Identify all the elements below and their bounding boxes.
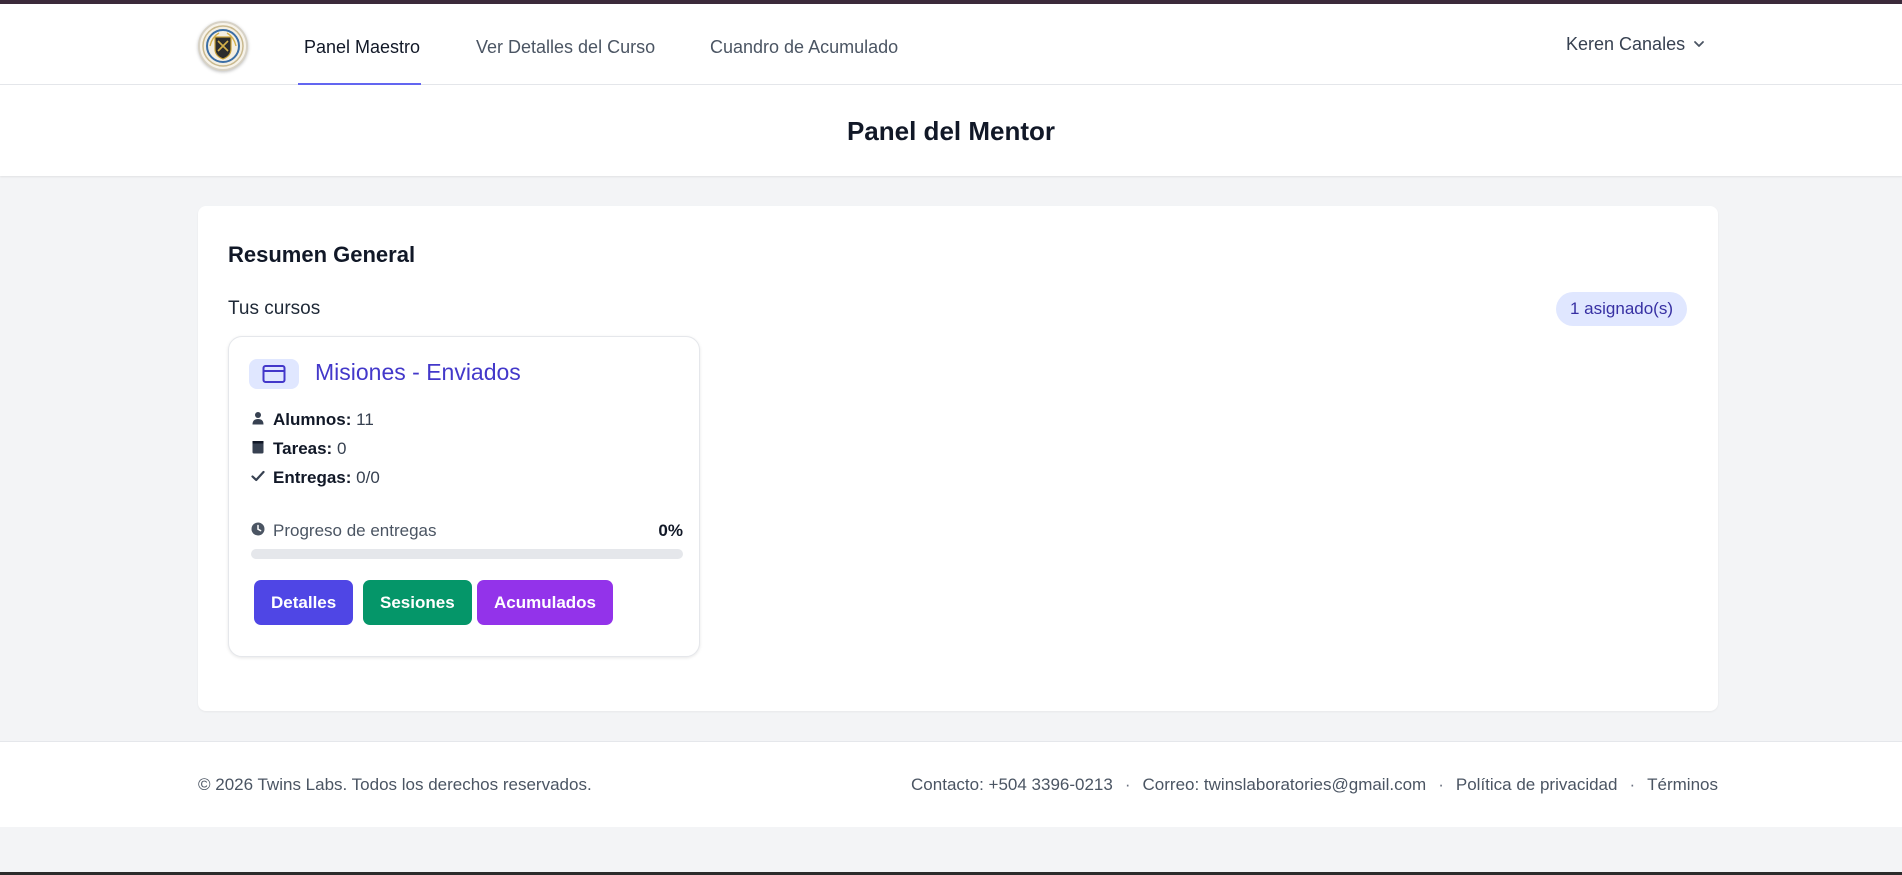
progress-bar	[251, 549, 683, 559]
footer-email[interactable]: Correo: twinslaboratories@gmail.com	[1143, 775, 1427, 795]
students-value: 11	[356, 410, 374, 429]
assigned-count-badge: 1 asignado(s)	[1556, 292, 1688, 326]
progress-row: Progreso de entregas 0%	[251, 521, 683, 541]
course-title[interactable]: Misiones - Enviados	[315, 359, 521, 386]
page-header: Panel del Mentor	[0, 85, 1902, 176]
chevron-down-icon	[1693, 34, 1705, 55]
course-card: Misiones - Enviados Alumnos: 11 Tareas: …	[228, 336, 700, 657]
nav-link-cuadro-acumulado[interactable]: Cuandro de Acumulado	[710, 4, 898, 85]
footer-privacy-link[interactable]: Política de privacidad	[1456, 775, 1618, 795]
user-menu-button[interactable]: Keren Canales	[1566, 34, 1705, 55]
footer-separator: ·	[1629, 775, 1636, 794]
footer-separator: ·	[1438, 775, 1444, 794]
footer-separator: ·	[1124, 775, 1131, 794]
progress-label: Progreso de entregas	[273, 521, 437, 540]
footer-copyright: © 2026 Twins Labs. Todos los derechos re…	[198, 775, 592, 794]
nav-link-panel-maestro[interactable]: Panel Maestro	[304, 4, 420, 85]
tasks-stat: Tareas: 0	[251, 439, 346, 459]
summary-panel: Resumen General Tus cursos 1 asignado(s)…	[198, 206, 1718, 711]
clock-icon	[251, 521, 265, 541]
courses-label: Tus cursos	[228, 298, 321, 319]
details-button[interactable]: Detalles	[254, 580, 354, 625]
school-crest-logo[interactable]	[198, 21, 248, 71]
page-footer: © 2026 Twins Labs. Todos los derechos re…	[0, 741, 1902, 827]
top-navigation: Panel Maestro Ver Detalles del Curso Cua…	[0, 4, 1902, 85]
sessions-button[interactable]: Sesiones	[363, 580, 472, 625]
submissions-value: 0/0	[356, 468, 380, 487]
footer-links: Contacto: +504 3396-0213 · Correo: twins…	[911, 775, 1718, 795]
footer-contact[interactable]: Contacto: +504 3396-0213	[911, 775, 1113, 795]
tasks-value: 0	[336, 439, 347, 458]
summary-title: Resumen General	[228, 242, 416, 267]
tasks-label: Tareas:	[273, 439, 333, 458]
page-title: Panel del Mentor	[846, 116, 1056, 146]
accumulated-button[interactable]: Acumulados	[477, 580, 614, 625]
calendar-icon	[251, 439, 265, 459]
nav-link-ver-detalles-curso[interactable]: Ver Detalles del Curso	[476, 4, 655, 85]
credit-card-icon	[249, 359, 299, 389]
footer-terms-link[interactable]: Términos	[1647, 775, 1718, 795]
progress-percent: 0%	[658, 521, 683, 540]
students-label: Alumnos:	[273, 410, 352, 429]
students-stat: Alumnos: 11	[251, 410, 374, 430]
submissions-stat: Entregas: 0/0	[251, 468, 380, 488]
check-icon	[251, 468, 265, 488]
user-icon	[251, 410, 265, 430]
submissions-label: Entregas:	[273, 468, 352, 487]
user-name: Keren Canales	[1566, 34, 1686, 54]
